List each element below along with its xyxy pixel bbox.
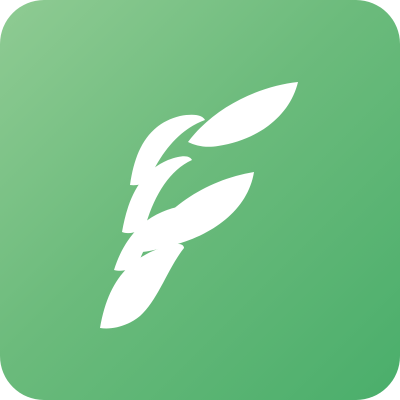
leaf-f-logo-icon xyxy=(100,82,298,329)
bottom-leaf-shape xyxy=(100,243,184,329)
app-icon[interactable] xyxy=(0,0,400,400)
top-leaf-shape xyxy=(188,82,298,147)
